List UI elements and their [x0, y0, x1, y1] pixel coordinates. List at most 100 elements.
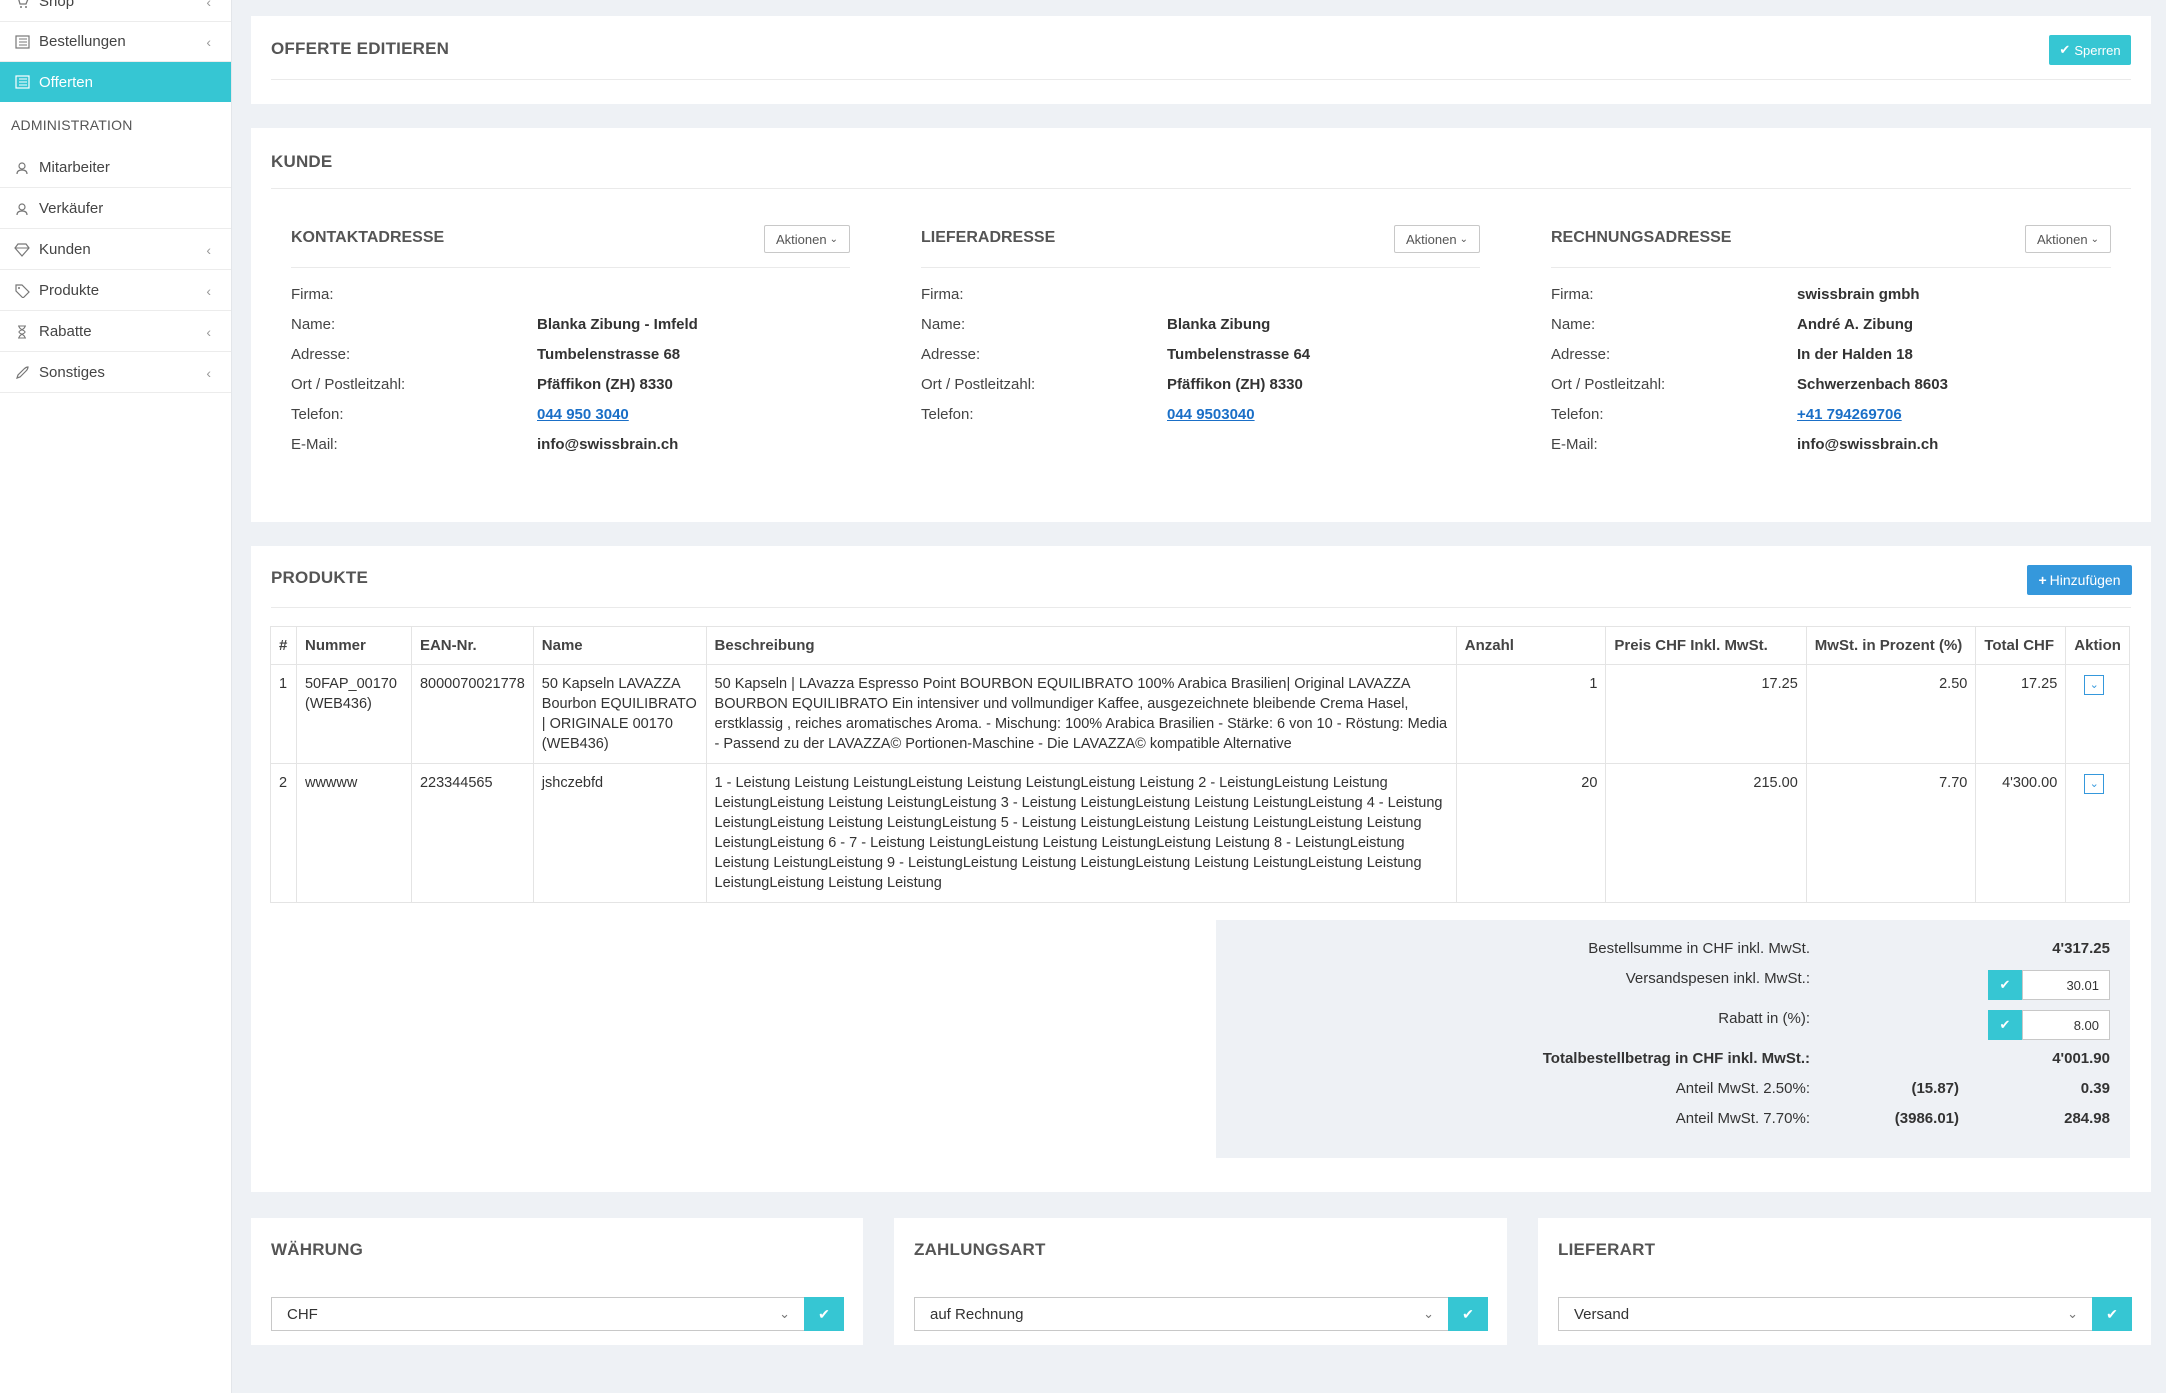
sidebar-item-verkaeufer[interactable]: Verkäufer — [0, 189, 231, 229]
vat2-base: (3986.01) — [1894, 1110, 1959, 1127]
add-product-button[interactable]: + Hinzufügen — [2027, 565, 2132, 595]
column-header[interactable]: Preis CHF Inkl. MwSt. — [1605, 626, 1807, 665]
cell-name: 50 Kapseln LAVAZZA Bourbon EQUILIBRATO |… — [532, 664, 707, 764]
chevron-left-icon: ‹ — [206, 33, 211, 50]
billing-ort: Schwerzenbach 8603 — [1797, 376, 1948, 393]
chevron-down-icon: ⌄ — [1423, 1306, 1434, 1321]
contact-name: Blanka Zibung - Imfeld — [537, 316, 698, 333]
sidebar-item-kunden[interactable]: Kunden ‹ — [0, 230, 231, 270]
delivery-method-title: LIEFERART — [1558, 1240, 1656, 1259]
rocket-icon — [14, 365, 30, 381]
cell-beschreibung: 1 - Leistung Leistung LeistungLeistung L… — [705, 763, 1457, 903]
sidebar-item-shop[interactable]: Shop ‹ — [0, 0, 231, 22]
chevron-left-icon: ‹ — [206, 323, 211, 340]
sidebar: Shop ‹ Bestellungen ‹ Offerten ADMINISTR… — [0, 0, 232, 1393]
row-actions-dropdown-button[interactable]: ⌄ — [2084, 774, 2105, 794]
cell-total: 4'300.00 — [1975, 763, 2067, 903]
billing-address-title: RECHNUNGSADRESSE — [1551, 229, 1732, 246]
payment-title: ZAHLUNGSART — [914, 1240, 1046, 1259]
payment-panel: ZAHLUNGSART auf Rechnung ⌄ ✔ — [894, 1218, 1507, 1345]
customer-title: KUNDE — [271, 152, 333, 171]
table-header-row: # Nummer EAN-Nr. Name Beschreibung Anzah… — [270, 626, 2130, 665]
delivery-name: Blanka Zibung — [1167, 316, 1271, 333]
currency-selected-value: CHF — [287, 1305, 318, 1323]
cell-anzahl: 20 — [1455, 763, 1607, 903]
cell-aktion: ⌄ — [2065, 763, 2130, 903]
sidebar-item-bestellungen[interactable]: Bestellungen ‹ — [0, 22, 231, 62]
contact-ort: Pfäffikon (ZH) 8330 — [537, 376, 673, 393]
delivery-ort: Pfäffikon (ZH) 8330 — [1167, 376, 1303, 393]
billing-name: André A. Zibung — [1797, 316, 1914, 333]
confirm-delivery-method-button[interactable]: ✔ — [2092, 1297, 2132, 1331]
products-title: PRODUKTE — [271, 568, 368, 587]
delivery-method-select[interactable]: Versand ⌄ — [1558, 1297, 2093, 1331]
delivery-actions-button[interactable]: Aktionen ⌄ — [1394, 225, 1480, 253]
list-icon — [14, 34, 30, 50]
shipping-label: Versandspesen inkl. MwSt.: — [1625, 970, 1810, 987]
contact-telefon-link[interactable]: 044 950 3040 — [537, 406, 629, 423]
currency-select[interactable]: CHF ⌄ — [271, 1297, 805, 1331]
total-value: 4'001.90 — [2052, 1050, 2110, 1067]
label-email: E-Mail: — [291, 436, 338, 453]
sidebar-section-heading: ADMINISTRATION — [11, 117, 133, 133]
delivery-method-panel: LIEFERART Versand ⌄ ✔ — [1538, 1218, 2151, 1345]
cell-total: 17.25 — [1975, 664, 2067, 764]
sidebar-item-label: Mitarbeiter — [39, 159, 110, 176]
divider — [1551, 267, 2111, 268]
column-header[interactable]: Name — [532, 626, 707, 665]
column-header[interactable]: Total CHF — [1975, 626, 2067, 665]
billing-email: info@swissbrain.ch — [1797, 436, 1939, 453]
chevron-down-icon: ⌄ — [829, 233, 838, 245]
column-header[interactable]: MwSt. in Prozent (%) — [1805, 626, 1977, 665]
billing-telefon-link[interactable]: +41 794269706 — [1797, 406, 1902, 423]
divider — [271, 607, 2131, 608]
billing-adresse: In der Halden 18 — [1797, 346, 1913, 363]
column-header[interactable]: EAN-Nr. — [410, 626, 534, 665]
chevron-down-icon: ⌄ — [2089, 679, 2099, 691]
sidebar-item-mitarbeiter[interactable]: Mitarbeiter — [0, 148, 231, 188]
payment-select[interactable]: auf Rechnung ⌄ — [914, 1297, 1449, 1331]
cell-aktion: ⌄ — [2065, 664, 2130, 764]
column-header[interactable]: Beschreibung — [705, 626, 1457, 665]
confirm-discount-button[interactable]: ✔ — [1988, 1010, 2022, 1040]
table-row: 2 wwwww 223344565 jshczebfd 1 - Leistung… — [270, 763, 2130, 903]
cell-preis: 17.25 — [1605, 664, 1807, 764]
sidebar-item-label: Rabatte — [39, 323, 92, 340]
column-header[interactable]: Nummer — [295, 626, 412, 665]
page-title: OFFERTE EDITIEREN — [271, 39, 450, 58]
contact-actions-button[interactable]: Aktionen ⌄ — [764, 225, 850, 253]
billing-actions-button[interactable]: Aktionen ⌄ — [2025, 225, 2111, 253]
sidebar-item-produkte[interactable]: Produkte ‹ — [0, 271, 231, 311]
chevron-left-icon: ‹ — [206, 364, 211, 381]
confirm-payment-button[interactable]: ✔ — [1448, 1297, 1488, 1331]
vat2-label: Anteil MwSt. 7.70%: — [1675, 1110, 1810, 1127]
label-telefon: Telefon: — [921, 406, 974, 423]
sidebar-item-rabatte[interactable]: Rabatte ‹ — [0, 312, 231, 352]
sidebar-item-sonstiges[interactable]: Sonstiges ‹ — [0, 353, 231, 393]
delivery-adresse: Tumbelenstrasse 64 — [1167, 346, 1311, 363]
label-ort: Ort / Postleitzahl: — [921, 376, 1036, 393]
lock-button[interactable]: ✔ Sperren — [2049, 35, 2131, 65]
contact-adresse: Tumbelenstrasse 68 — [537, 346, 681, 363]
confirm-shipping-button[interactable]: ✔ — [1988, 970, 2022, 1000]
vat1-value: 0.39 — [2080, 1080, 2110, 1097]
users-icon — [14, 160, 30, 176]
delivery-method-selected-value: Versand — [1574, 1305, 1630, 1323]
total-label: Totalbestellbetrag in CHF inkl. MwSt.: — [1542, 1050, 1810, 1067]
chevron-left-icon: ‹ — [206, 241, 211, 258]
shipping-input[interactable]: 30.01 — [2022, 970, 2110, 1000]
vat1-label: Anteil MwSt. 2.50%: — [1675, 1080, 1810, 1097]
plus-icon: + — [2038, 572, 2047, 588]
confirm-currency-button[interactable]: ✔ — [804, 1297, 844, 1331]
discount-input[interactable]: 8.00 — [2022, 1010, 2110, 1040]
chevron-down-icon: ⌄ — [2090, 233, 2099, 245]
currency-title: WÄHRUNG — [271, 1240, 364, 1259]
row-actions-dropdown-button[interactable]: ⌄ — [2084, 675, 2105, 695]
cell-mwst: 2.50 — [1805, 664, 1977, 764]
column-header[interactable]: Anzahl — [1455, 626, 1607, 665]
products-table: # Nummer EAN-Nr. Name Beschreibung Anzah… — [270, 626, 2130, 903]
cell-mwst: 7.70 — [1805, 763, 1977, 903]
delivery-telefon-link[interactable]: 044 9503040 — [1167, 406, 1255, 423]
order-sum-label: Bestellsumme in CHF inkl. MwSt. — [1588, 940, 1810, 957]
sidebar-item-offerten[interactable]: Offerten — [0, 62, 231, 102]
